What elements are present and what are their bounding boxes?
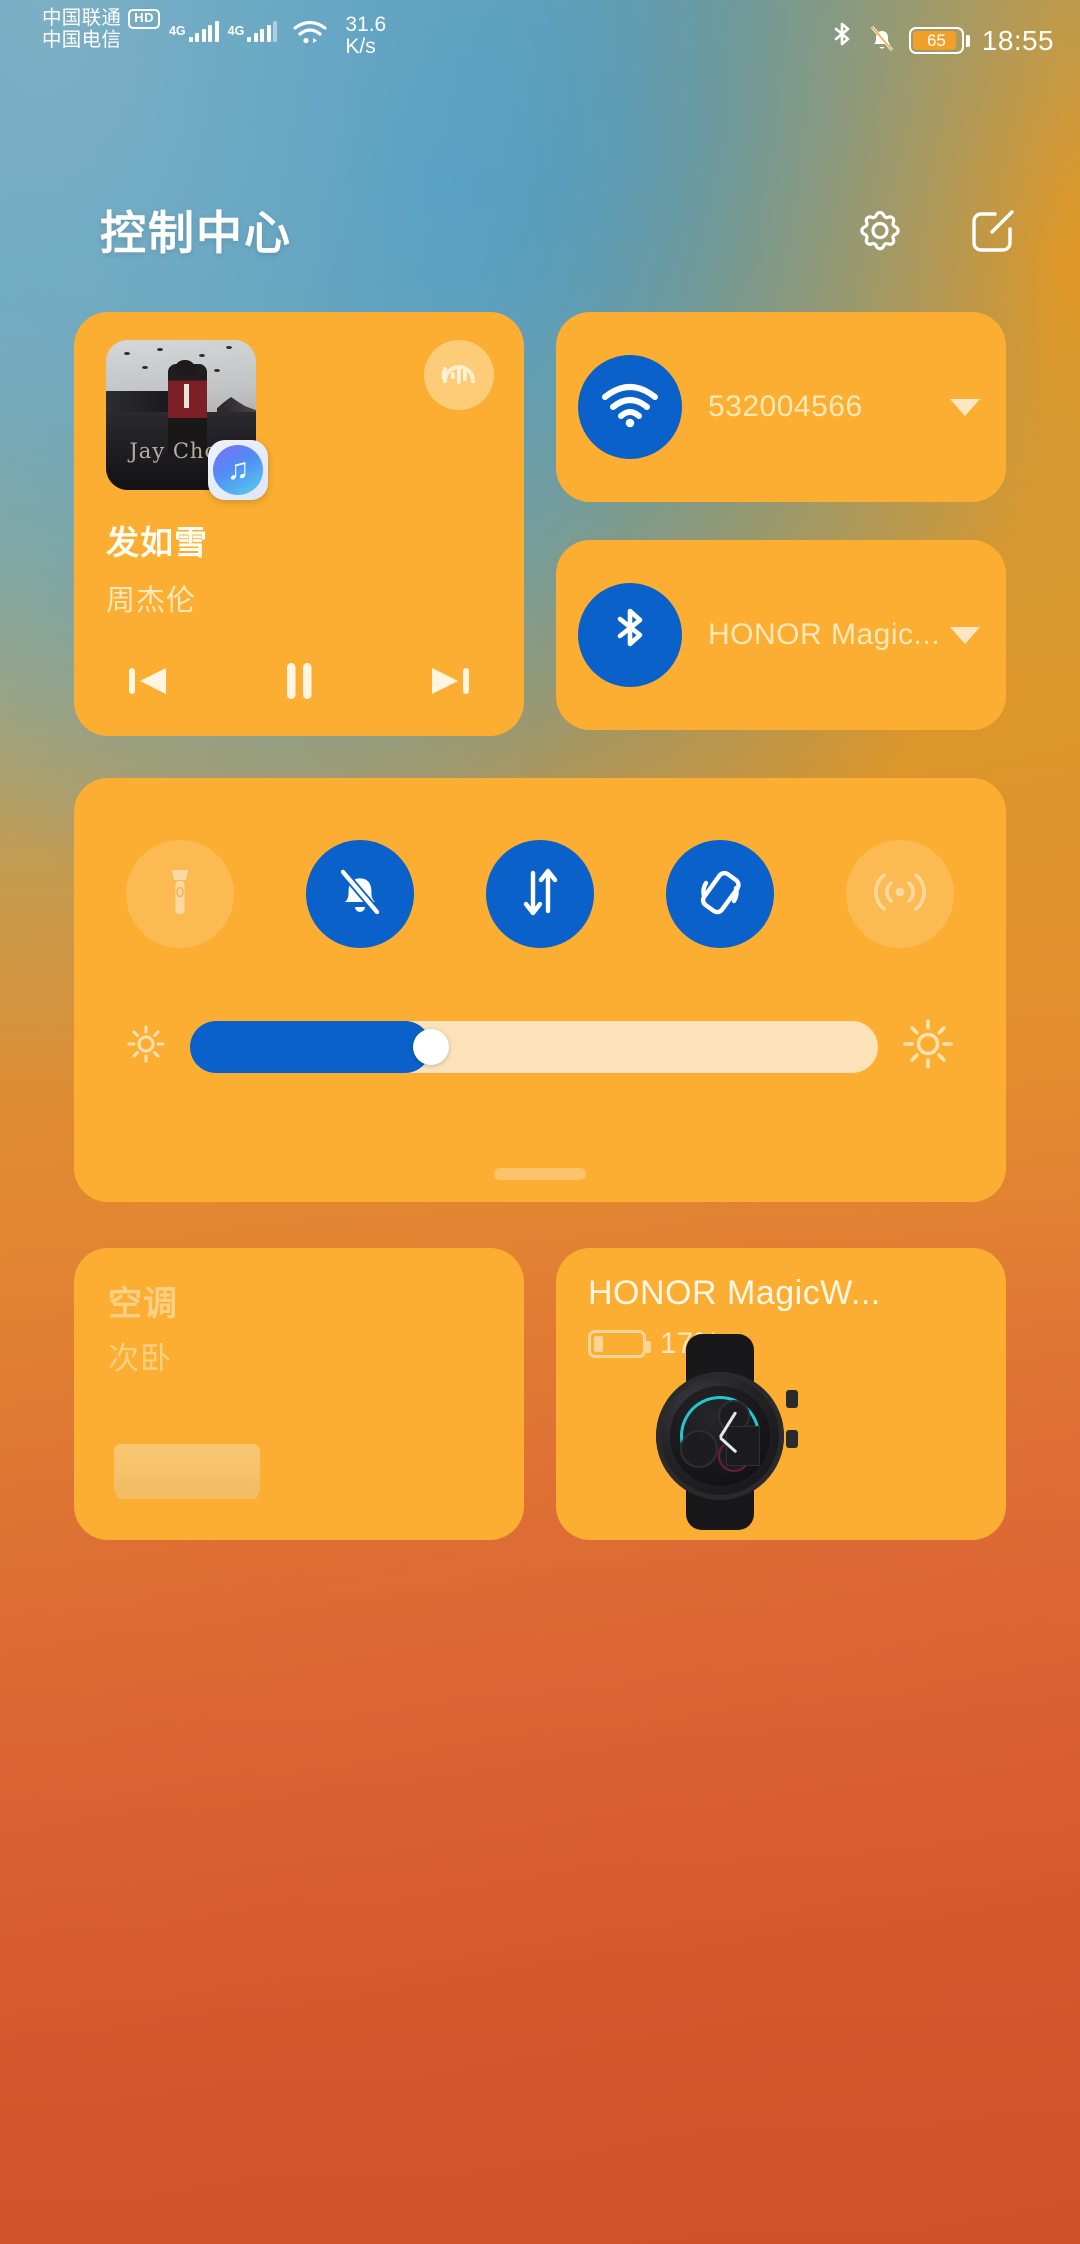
skip-next-icon[interactable] xyxy=(410,652,484,710)
skip-previous-icon[interactable] xyxy=(114,652,188,710)
rotate-lock-icon xyxy=(692,863,748,926)
air-conditioner-card[interactable]: 空调 次卧 xyxy=(74,1248,524,1540)
hotspot-icon xyxy=(871,866,929,923)
quick-toggles-card xyxy=(74,778,1006,1202)
air-conditioner-title: 空调 xyxy=(108,1285,178,1323)
flashlight-toggle[interactable] xyxy=(126,840,234,948)
network-speed-value: 31.6 xyxy=(345,13,387,36)
bluetooth-icon xyxy=(829,21,855,60)
album-art-wrapper[interactable]: Jay Chou ♫ xyxy=(106,340,268,500)
hotspot-toggle[interactable] xyxy=(846,840,954,948)
brightness-slider-knob[interactable] xyxy=(412,1028,449,1065)
music-app-badge: ♫ xyxy=(208,440,268,500)
hd-badge: HD xyxy=(128,9,160,29)
bluetooth-icon xyxy=(608,603,652,668)
song-title: 发如雪 xyxy=(106,524,208,561)
network-type-label-1: 4G xyxy=(168,24,186,38)
brightness-row xyxy=(74,1016,1006,1077)
quick-toggles-row xyxy=(74,778,1006,948)
status-bar-right: 65 18:55 xyxy=(829,21,1054,60)
network-type-label-2: 4G xyxy=(227,24,245,38)
playback-controls xyxy=(106,652,492,710)
control-center-screen: 中国联通 HD 中国电信 4G 4G 31.6 K/s 65 18:55 控制中… xyxy=(0,0,1080,2244)
signal-strength-2: 4G xyxy=(227,21,278,42)
carrier-primary-row: 中国联通 HD xyxy=(42,7,160,30)
bluetooth-toggle-button[interactable] xyxy=(578,583,682,687)
battery-percent-label: 65 xyxy=(926,30,946,50)
brightness-slider-fill xyxy=(190,1020,431,1073)
wifi-toggle-button[interactable] xyxy=(578,355,682,459)
wifi-card[interactable]: 532004566 xyxy=(556,312,1006,502)
music-note-icon: ♫ xyxy=(213,445,263,495)
bell-off-icon xyxy=(332,863,388,926)
brightness-slider[interactable] xyxy=(190,1020,878,1073)
smartwatch-card[interactable]: HONOR MagicW... 17% xyxy=(556,1248,1006,1540)
signal-bars-icon-2 xyxy=(247,21,278,42)
gear-icon[interactable] xyxy=(852,202,908,258)
bell-off-icon xyxy=(867,22,897,59)
air-conditioner-room: 次卧 xyxy=(108,1341,172,1376)
bluetooth-device-label: HONOR Magic... xyxy=(708,618,941,652)
battery-low-icon xyxy=(588,1330,651,1358)
flashlight-icon xyxy=(157,864,203,925)
status-bar-left: 中国联通 HD 中国电信 4G 4G 31.6 K/s xyxy=(42,7,387,59)
header: 控制中心 xyxy=(0,180,1080,280)
chevron-down-icon[interactable] xyxy=(950,626,980,644)
carrier-primary-label: 中国联通 xyxy=(42,7,122,29)
carrier-secondary-label: 中国电信 xyxy=(42,28,122,51)
page-title: 控制中心 xyxy=(100,207,292,259)
audio-output-waveform-icon[interactable] xyxy=(424,340,494,410)
smartwatch-title: HONOR MagicW... xyxy=(588,1274,881,1312)
signal-bars-icon-1 xyxy=(188,21,219,42)
wifi-network-label: 532004566 xyxy=(708,390,863,424)
clock-label: 18:55 xyxy=(981,24,1054,56)
music-player-card[interactable]: Jay Chou ♫ 发如雪 周杰伦 xyxy=(74,312,524,736)
song-artist: 周杰伦 xyxy=(106,585,197,617)
drag-handle-icon[interactable] xyxy=(494,1168,586,1180)
pause-icon[interactable] xyxy=(262,652,336,710)
carrier-secondary-row: 中国电信 xyxy=(42,28,160,52)
carrier-names: 中国联通 HD 中国电信 xyxy=(42,7,160,52)
edit-square-icon[interactable] xyxy=(966,202,1022,258)
status-bar: 中国联通 HD 中国电信 4G 4G 31.6 K/s 65 18:55 xyxy=(0,0,1080,68)
header-actions xyxy=(852,202,1022,258)
air-conditioner-image xyxy=(114,1444,260,1499)
auto-rotate-toggle[interactable] xyxy=(666,840,774,948)
battery-status-icon: 65 xyxy=(908,27,970,54)
mobile-data-toggle[interactable] xyxy=(486,840,594,948)
bluetooth-card[interactable]: HONOR Magic... xyxy=(556,540,1006,730)
wifi-icon xyxy=(599,381,661,434)
network-speed: 31.6 K/s xyxy=(345,13,387,59)
wifi-status-icon xyxy=(292,20,328,51)
mobile-data-icon xyxy=(517,863,563,926)
silent-mode-toggle[interactable] xyxy=(306,840,414,948)
brightness-low-icon xyxy=(124,1022,168,1071)
chevron-down-icon[interactable] xyxy=(950,398,980,416)
brightness-high-icon xyxy=(900,1016,956,1077)
signal-strength-1: 4G xyxy=(168,21,219,42)
smartwatch-image xyxy=(648,1334,798,1530)
network-speed-unit: K/s xyxy=(345,35,376,59)
